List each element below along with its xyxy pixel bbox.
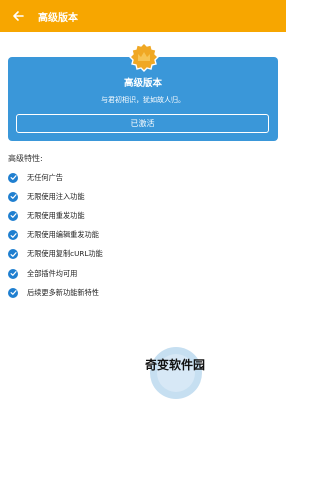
arrow-left-icon <box>13 11 24 21</box>
check-circle-icon <box>8 230 18 241</box>
back-button[interactable] <box>2 0 34 32</box>
list-item: 无限使用编辑重发功能 <box>8 226 268 245</box>
feature-label: 无任何广告 <box>27 172 63 182</box>
feature-label: 后续更多新功能新特性 <box>27 287 99 297</box>
check-circle-icon <box>8 287 18 298</box>
check-circle-icon <box>8 191 18 202</box>
check-circle-icon <box>8 172 18 183</box>
feature-label: 无限使用重发功能 <box>27 210 85 220</box>
watermark-text: 奇变软件园 <box>145 358 206 372</box>
feature-label: 无限使用编辑重发功能 <box>27 230 99 240</box>
card-subtitle: 与君初相识，犹如故人归。 <box>101 96 185 104</box>
list-item: 无限使用注入功能 <box>8 187 268 206</box>
page-title: 高级版本 <box>38 12 78 24</box>
feature-label: 无限使用注入功能 <box>27 191 85 201</box>
list-item: 全部插件均可用 <box>8 264 268 283</box>
list-item: 无任何广告 <box>8 168 268 187</box>
list-item: 无限使用重发功能 <box>8 206 268 225</box>
check-circle-icon <box>8 268 18 279</box>
feature-label: 全部插件均可用 <box>27 268 78 278</box>
activated-button[interactable]: 已激活 <box>16 114 269 133</box>
watermark-logo <box>150 347 202 399</box>
list-item: 后续更多新功能新特性 <box>8 283 268 302</box>
feature-list: 无任何广告 无限使用注入功能 无限使用重发功能 无限使用编辑重发功能 无限使用复… <box>8 168 268 302</box>
list-item: 无限使用复制cURL功能 <box>8 245 268 264</box>
features-heading: 高级特性: <box>8 154 43 163</box>
feature-label: 无限使用复制cURL功能 <box>27 249 103 259</box>
app-bar: 高级版本 <box>0 0 286 32</box>
check-circle-icon <box>8 210 18 221</box>
check-circle-icon <box>8 249 18 260</box>
crown-badge-icon <box>129 42 159 72</box>
card-title: 高级版本 <box>123 78 162 89</box>
